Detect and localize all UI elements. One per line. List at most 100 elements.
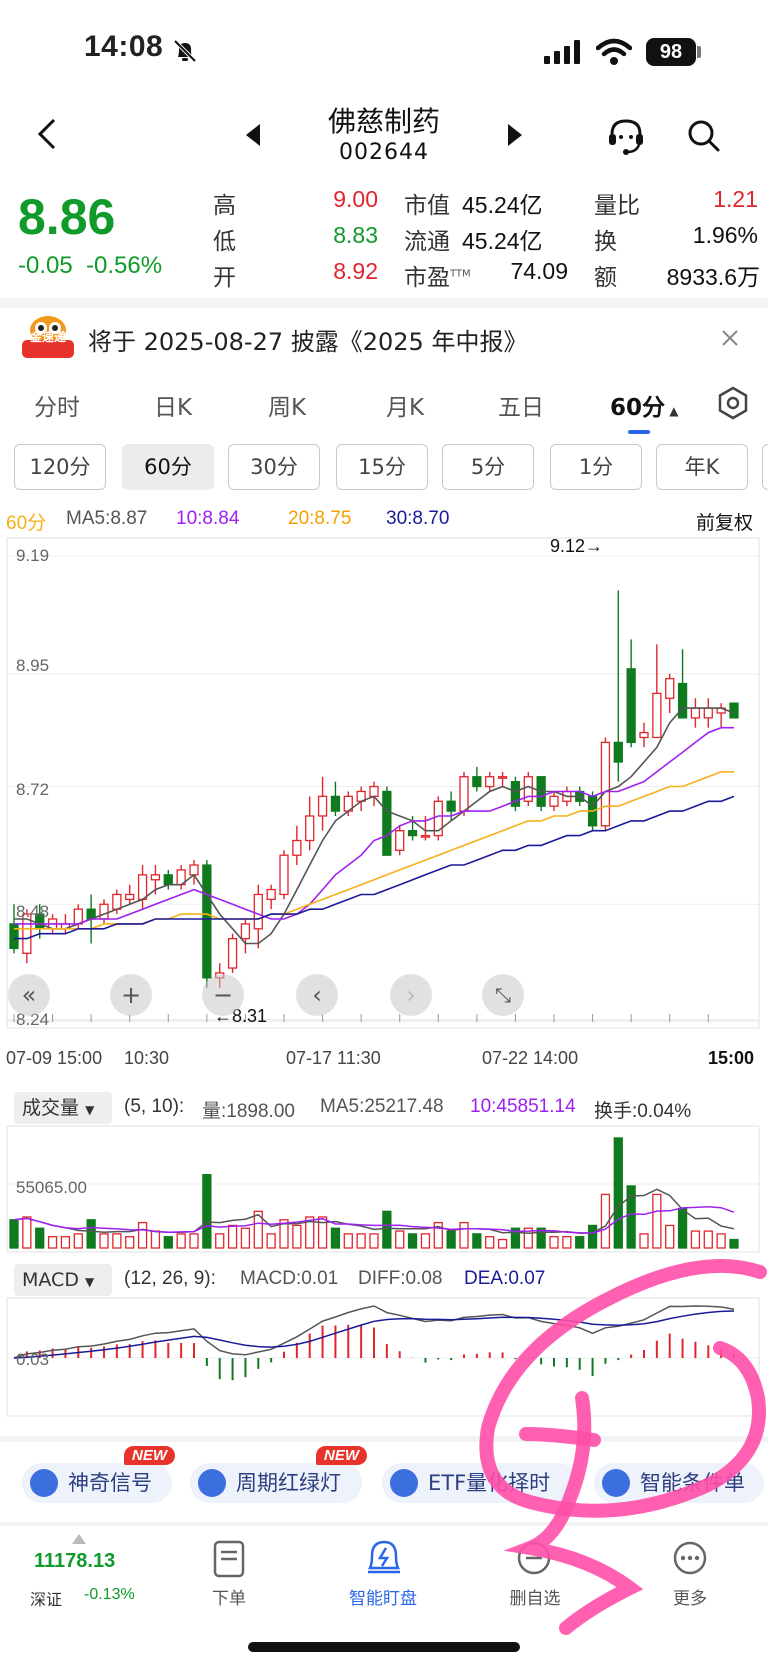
stock-code: 002644 xyxy=(339,140,429,165)
volume-ma10: 10:45851.14 xyxy=(470,1096,576,1117)
last-price: 8.86 xyxy=(18,189,116,245)
volume-bar xyxy=(47,1236,58,1249)
settings-hexagon-icon[interactable] xyxy=(716,386,750,420)
status-time: 14:08 xyxy=(84,30,164,63)
caret-up-icon: ▲ xyxy=(665,404,679,418)
volume-ma5-line xyxy=(13,1188,735,1235)
volume-bar xyxy=(356,1233,366,1249)
close-icon[interactable] xyxy=(720,328,740,348)
x-tick-label: 15:00 xyxy=(708,1048,755,1068)
nav-label: 智能盯盘 xyxy=(349,1589,417,1609)
interval-1min[interactable]: 1分 xyxy=(550,444,642,490)
ma-period-label: 60分 xyxy=(6,513,47,534)
stock-name: 佛慈制药 xyxy=(327,105,440,138)
open-label: 开 xyxy=(213,265,236,291)
candle-body xyxy=(112,893,122,910)
battery-indicator: 98 xyxy=(646,38,696,66)
pan-left-icon[interactable]: ‹ xyxy=(296,974,338,1016)
interval-60min[interactable]: 60分 xyxy=(122,444,214,490)
search-icon[interactable] xyxy=(686,118,722,154)
macd-diff: DIFF:0.08 xyxy=(358,1268,443,1289)
volume-bar xyxy=(472,1233,482,1249)
tab-weekly-k[interactable]: 周K xyxy=(268,388,306,422)
feature-cycle-light[interactable]: 周期红绿灯 xyxy=(190,1463,362,1503)
candle-body xyxy=(227,937,238,969)
candle-body xyxy=(497,776,508,779)
tab-daily-k[interactable]: 日K xyxy=(154,388,192,422)
next-stock-icon[interactable] xyxy=(504,122,524,148)
volume-indicator-dropdown[interactable]: 成交量 ▼ xyxy=(14,1092,112,1124)
float-cap-value: 45.24亿 xyxy=(462,228,543,254)
x-tick-label: 07-17 11:30 xyxy=(286,1048,381,1068)
candle-body xyxy=(652,692,662,739)
change-percent: -0.56% xyxy=(86,252,163,279)
volume-y-tick: 55065.00 xyxy=(16,1178,87,1197)
interval-5min[interactable]: 5分 xyxy=(442,444,534,490)
price-change: -0.05 -0.56% xyxy=(18,252,162,280)
pan-right-icon[interactable]: › xyxy=(390,974,432,1016)
volume-ratio-value: 1.21 xyxy=(713,186,758,212)
candlestick-chart[interactable] xyxy=(0,532,768,1032)
candle-body xyxy=(150,874,161,881)
volume-bar xyxy=(716,1233,726,1249)
tab-five-day[interactable]: 五日 xyxy=(498,388,544,422)
volume-bar xyxy=(9,1219,19,1249)
active-tab-indicator xyxy=(628,430,650,434)
high-marker-label: 9.12→ xyxy=(550,536,604,556)
macd-indicator-label: MACD xyxy=(22,1269,79,1291)
low-value: 8.83 xyxy=(333,222,378,248)
tab-intraday[interactable]: 分时 xyxy=(34,388,80,422)
candle-body xyxy=(292,839,302,856)
volume-bar xyxy=(99,1233,109,1249)
feature-magic-signal[interactable]: 神奇信号 xyxy=(22,1463,172,1503)
change-value: -0.05 xyxy=(18,252,73,279)
volume-bar xyxy=(227,1224,238,1249)
market-cap-label: 市值 xyxy=(404,193,450,219)
volume-bar xyxy=(73,1233,83,1249)
interval-30min[interactable]: 30分 xyxy=(228,444,320,490)
volume-bar xyxy=(407,1233,418,1249)
volume-bar xyxy=(729,1238,739,1249)
low-label: 低 xyxy=(213,229,236,255)
customer-service-icon[interactable] xyxy=(606,116,646,156)
nav-label: 下单 xyxy=(212,1589,246,1609)
volume-bar xyxy=(176,1233,186,1249)
volume-bar xyxy=(665,1224,675,1249)
turnover-value: 1.96% xyxy=(692,222,758,248)
macd-y-tick: 0.03 xyxy=(16,1350,50,1369)
interval-more[interactable] xyxy=(762,444,768,490)
float-cap-label: 流通 xyxy=(404,229,450,255)
pe-value: 74.09 xyxy=(510,258,568,284)
x-tick-label: 10:30 xyxy=(124,1048,170,1068)
interval-15min[interactable]: 15分 xyxy=(336,444,428,490)
candle-body xyxy=(266,888,276,901)
collapse-left-icon[interactable]: « xyxy=(8,974,50,1016)
interval-year-k[interactable]: 年K xyxy=(656,444,748,490)
zoom-in-icon[interactable]: + xyxy=(110,974,152,1016)
feature-label: 神奇信号 xyxy=(68,1471,152,1495)
adjust-mode-label[interactable]: 前复权 xyxy=(696,508,753,535)
ma10-legend: 10:8.84 xyxy=(176,508,240,529)
interval-120min[interactable]: 120分 xyxy=(14,444,106,490)
volume-bar xyxy=(137,1221,148,1249)
candle-body xyxy=(729,702,739,719)
candle-body xyxy=(317,795,328,817)
open-value: 8.92 xyxy=(333,258,378,284)
candle-body xyxy=(125,893,135,901)
macd-params: (12, 26, 9): xyxy=(124,1268,216,1289)
fullscreen-icon[interactable]: ⤡ xyxy=(482,974,524,1016)
amount-label: 额 xyxy=(594,265,617,291)
tab-60min[interactable]: 60分 ▲ xyxy=(610,388,678,422)
candle-body xyxy=(446,800,456,812)
candle-body xyxy=(395,830,405,851)
candle-body xyxy=(472,776,482,788)
dropdown-caret-icon: ▼ xyxy=(85,1275,95,1289)
candle-body xyxy=(407,830,418,837)
volume-bar xyxy=(549,1236,559,1249)
tab-monthly-k[interactable]: 月K xyxy=(386,388,424,422)
zoom-out-icon[interactable]: − xyxy=(202,974,244,1016)
candle-body xyxy=(690,707,701,719)
index-value: 11178.13 xyxy=(34,1550,116,1572)
pe-label: 市盈TTM xyxy=(404,258,471,292)
macd-indicator-dropdown[interactable]: MACD ▼ xyxy=(14,1264,112,1296)
